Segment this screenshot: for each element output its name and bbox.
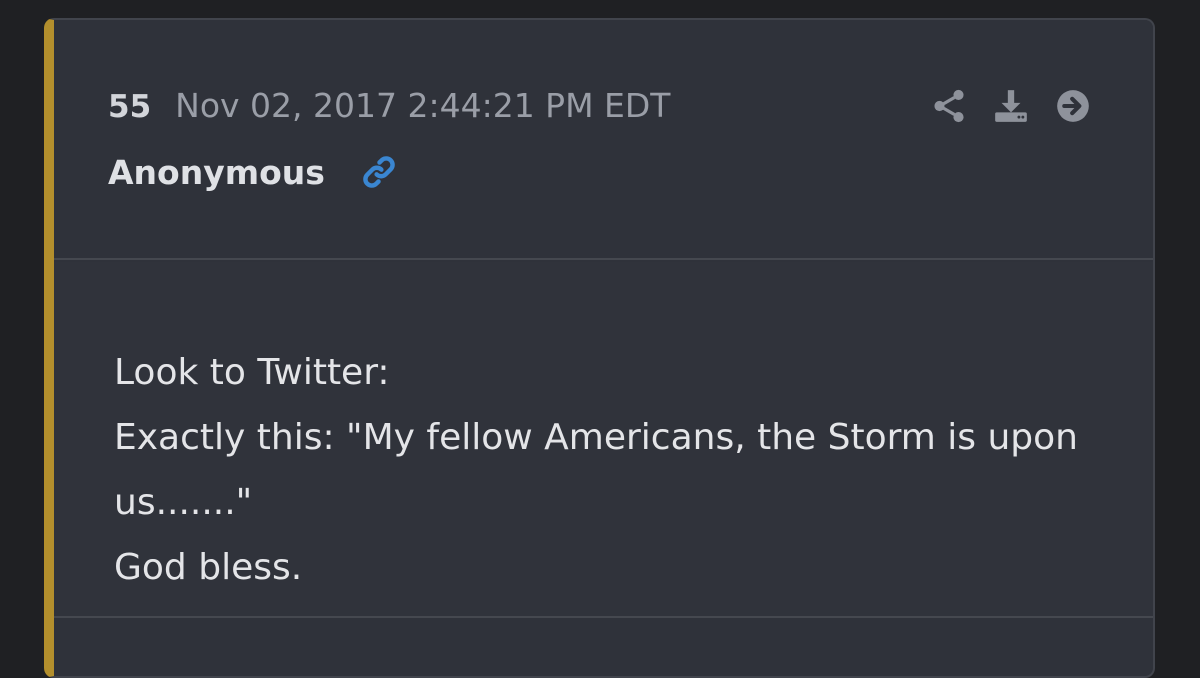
author-row: Anonymous — [108, 152, 399, 192]
author-name: Anonymous — [108, 152, 325, 192]
post-header: 55 Nov 02, 2017 2:44:21 PM EDT Anonymous — [54, 20, 1153, 260]
message-line: Exactly this: "My fellow Americans, the … — [114, 417, 1079, 458]
post-body: Look to Twitter: Exactly this: "My fello… — [54, 262, 1153, 618]
share-icon[interactable] — [929, 86, 969, 126]
message-line: Look to Twitter: — [114, 352, 390, 393]
post-timestamp: Nov 02, 2017 2:44:21 PM EDT — [175, 86, 671, 125]
message-line: God bless. — [114, 547, 303, 588]
post-actions — [929, 86, 1093, 126]
post-message: Look to Twitter: Exactly this: "My fello… — [114, 340, 1104, 600]
message-line: us......." — [114, 482, 253, 523]
link-icon[interactable] — [359, 152, 399, 192]
download-icon[interactable] — [991, 86, 1031, 126]
post-meta: 55 Nov 02, 2017 2:44:21 PM EDT — [108, 86, 670, 136]
post-number[interactable]: 55 — [108, 89, 151, 125]
arrow-right-circle-icon[interactable] — [1053, 86, 1093, 126]
post-card: 55 Nov 02, 2017 2:44:21 PM EDT Anonymous — [44, 18, 1155, 678]
